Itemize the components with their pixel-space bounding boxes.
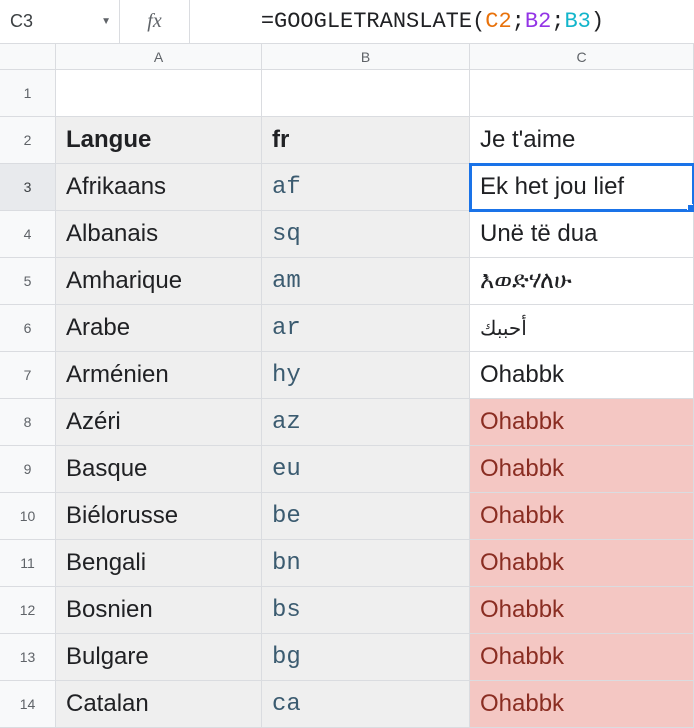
table-row: 14CatalancaOhabbk bbox=[0, 681, 694, 728]
spreadsheet-grid: A B C 12LanguefrJe t'aime3AfrikaansafEk … bbox=[0, 44, 694, 728]
table-row: 9BasqueeuOhabbk bbox=[0, 446, 694, 493]
cell[interactable]: Albanais bbox=[56, 211, 262, 258]
table-row: 3AfrikaansafEk het jou lief bbox=[0, 164, 694, 211]
cell[interactable]: Afrikaans bbox=[56, 164, 262, 211]
formula-sep1: ; bbox=[512, 9, 525, 34]
formula-sep2: ; bbox=[551, 9, 564, 34]
cell[interactable]: be bbox=[262, 493, 470, 540]
cell[interactable]: bs bbox=[262, 587, 470, 634]
formula-ref-c2: C2 bbox=[485, 9, 511, 34]
cell[interactable]: Azéri bbox=[56, 399, 262, 446]
formula-fn: GOOGLETRANSLATE bbox=[274, 9, 472, 34]
row-header[interactable]: 11 bbox=[0, 540, 56, 587]
table-row: 11BengalibnOhabbk bbox=[0, 540, 694, 587]
cell[interactable]: Ohabbk bbox=[470, 540, 694, 587]
cell[interactable]: bn bbox=[262, 540, 470, 587]
cell[interactable]: Ek het jou lief bbox=[470, 164, 694, 211]
table-row: 5Amhariqueamእወድሃለሁ bbox=[0, 258, 694, 305]
cell[interactable]: Bulgare bbox=[56, 634, 262, 681]
cell[interactable]: am bbox=[262, 258, 470, 305]
name-box[interactable]: C3 ▼ bbox=[0, 0, 120, 43]
row-header[interactable]: 1 bbox=[0, 70, 56, 117]
row-header[interactable]: 2 bbox=[0, 117, 56, 164]
cell[interactable]: Unë të dua bbox=[470, 211, 694, 258]
cell[interactable]: ar bbox=[262, 305, 470, 352]
cell[interactable] bbox=[262, 70, 470, 117]
fx-icon: fx bbox=[120, 0, 190, 43]
cell[interactable] bbox=[56, 70, 262, 117]
cell[interactable]: Arménien bbox=[56, 352, 262, 399]
cell[interactable]: Basque bbox=[56, 446, 262, 493]
row-header[interactable]: 12 bbox=[0, 587, 56, 634]
name-box-value: C3 bbox=[10, 11, 33, 32]
row-header[interactable]: 8 bbox=[0, 399, 56, 446]
row-header[interactable]: 7 bbox=[0, 352, 56, 399]
col-header-c[interactable]: C bbox=[470, 44, 694, 70]
formula-eq: = bbox=[261, 9, 274, 34]
cell[interactable]: Ohabbk bbox=[470, 681, 694, 728]
cell[interactable]: Biélorusse bbox=[56, 493, 262, 540]
table-row: 10BiélorussebeOhabbk bbox=[0, 493, 694, 540]
col-header-a[interactable]: A bbox=[56, 44, 262, 70]
row-header[interactable]: 10 bbox=[0, 493, 56, 540]
formula-close: ) bbox=[591, 9, 604, 34]
table-row: 8AzériazOhabbk bbox=[0, 399, 694, 446]
cell[interactable]: Ohabbk bbox=[470, 446, 694, 493]
chevron-down-icon[interactable]: ▼ bbox=[101, 16, 111, 27]
row-header[interactable]: 6 bbox=[0, 305, 56, 352]
cell[interactable]: eu bbox=[262, 446, 470, 493]
row-header[interactable]: 9 bbox=[0, 446, 56, 493]
cell[interactable]: እወድሃለሁ bbox=[470, 258, 694, 305]
table-row: 7ArménienhyOhabbk bbox=[0, 352, 694, 399]
row-header[interactable]: 13 bbox=[0, 634, 56, 681]
formula-ref-b2: B2 bbox=[525, 9, 551, 34]
cell[interactable] bbox=[470, 70, 694, 117]
row-header[interactable]: 5 bbox=[0, 258, 56, 305]
formula-ref-b3: B3 bbox=[564, 9, 590, 34]
formula-bar: C3 ▼ fx =GOOGLETRANSLATE(C2;B2;B3) bbox=[0, 0, 694, 44]
formula-open: ( bbox=[472, 9, 485, 34]
table-row: 2LanguefrJe t'aime bbox=[0, 117, 694, 164]
row-header[interactable]: 4 bbox=[0, 211, 56, 258]
cell[interactable]: ca bbox=[262, 681, 470, 728]
cell[interactable]: Bengali bbox=[56, 540, 262, 587]
cell[interactable]: Bosnien bbox=[56, 587, 262, 634]
cell[interactable]: أحببك bbox=[470, 305, 694, 352]
column-headers: A B C bbox=[0, 44, 694, 70]
cell[interactable]: az bbox=[262, 399, 470, 446]
cell[interactable]: Langue bbox=[56, 117, 262, 164]
row-header[interactable]: 14 bbox=[0, 681, 56, 728]
cell[interactable]: Catalan bbox=[56, 681, 262, 728]
table-row: 6Arabearأحببك bbox=[0, 305, 694, 352]
select-all-corner[interactable] bbox=[0, 44, 56, 70]
cell[interactable]: Je t'aime bbox=[470, 117, 694, 164]
table-row: 12BosnienbsOhabbk bbox=[0, 587, 694, 634]
cell[interactable]: Ohabbk bbox=[470, 399, 694, 446]
cell[interactable]: fr bbox=[262, 117, 470, 164]
table-row: 1 bbox=[0, 70, 694, 117]
cell[interactable]: Amharique bbox=[56, 258, 262, 305]
cell[interactable]: Arabe bbox=[56, 305, 262, 352]
table-row: 4AlbanaissqUnë të dua bbox=[0, 211, 694, 258]
cell[interactable]: hy bbox=[262, 352, 470, 399]
cell[interactable]: Ohabbk bbox=[470, 352, 694, 399]
cell[interactable]: bg bbox=[262, 634, 470, 681]
cell[interactable]: af bbox=[262, 164, 470, 211]
fx-label: fx bbox=[147, 10, 161, 33]
cell[interactable]: Ohabbk bbox=[470, 634, 694, 681]
cell[interactable]: Ohabbk bbox=[470, 493, 694, 540]
table-row: 13BulgarebgOhabbk bbox=[0, 634, 694, 681]
col-header-b[interactable]: B bbox=[262, 44, 470, 70]
cell[interactable]: sq bbox=[262, 211, 470, 258]
row-header[interactable]: 3 bbox=[0, 164, 56, 211]
cell[interactable]: Ohabbk bbox=[470, 587, 694, 634]
